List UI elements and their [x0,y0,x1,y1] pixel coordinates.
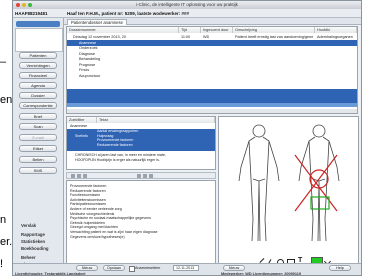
sidebar-item-financieel[interactable]: Financieel [19,72,57,79]
window-title: i-Clinic, de intelligente IT oplossing v… [136,2,238,7]
dossier-table: Dossiernummer Tijd Ingevoerd door Omschr… [66,26,358,114]
column-header-tijd[interactable]: Tijd [179,27,201,33]
opslaan-button[interactable]: Opslaan [103,265,125,271]
main-panel: Patientendossier anamnese Dossiernummer … [64,18,361,275]
align-right-icon[interactable] [149,174,153,178]
column-header-dossiernummer[interactable]: Dossiernummer [67,27,179,33]
bottom-bar: Nieuw Opslaan Anamneseitem 12-11-2013 Ni… [13,263,361,276]
nieuw-button[interactable]: Nieuw [76,265,98,271]
list-item[interactable]: Gegevens omvluze/hypotheses(e) [70,235,158,240]
italic-icon[interactable] [77,174,81,178]
anamnese-text-panel[interactable]: Provocerende factoren Reducerende factor… [66,180,216,270]
list-item[interactable]: Verwachting patient en wat is zijn/ haar… [70,230,158,235]
sub-item[interactable]: Aantal ervaringsrapporten [97,129,138,134]
sidebar-item-bellen[interactable]: Bellen [19,156,57,163]
sidebar-item-sms[interactable]: SMS [19,167,57,174]
filter-item-hoofdpijn[interactable]: HOOFDPIJN Hoofdpijn is erger als natuurl… [75,158,160,163]
column-header-hoofdkl[interactable]: Hoofdkl [315,27,357,33]
date-field[interactable]: 12-11-2013 [173,265,199,271]
sidebar-item-email[interactable]: E-mail [19,134,57,141]
tab-anamnese[interactable]: Patientendossier anamnese [67,18,127,25]
sidebar-section-boekhouding[interactable]: Boekhouding [21,246,48,251]
editor-toolbar [66,172,216,179]
anamnese-list: Provocerende factoren Reducerende factor… [70,184,158,239]
nieuw-button-secondary[interactable]: Nieuw [223,265,245,271]
sidebar-item-patienten[interactable]: Patienten [19,52,57,59]
patient-toolbar: HAAF88219481 Haaf ten F.H.M., patient nr… [13,9,361,18]
tree-items: Onderzoek Diagnose Behandeling Prognose … [71,46,131,79]
bold-icon[interactable] [71,174,75,178]
edge-text-5: ! [0,258,4,270]
sidebar-item-dossier[interactable]: Dossier [19,92,57,99]
sidebar-item-verrichtingen[interactable]: Verrichtingen [19,62,57,69]
app-window: i-Clinic, de intelligente IT oplossing v… [12,0,362,276]
edge-text-4: er. [0,236,13,248]
edge-text-1: – [0,56,7,68]
sidebar-tree-area [15,28,63,52]
sidebar-section-beheer[interactable]: Beheer [21,255,36,260]
tree-item-acupunctuur[interactable]: Acupunctuur [71,74,131,80]
sub-item[interactable]: Reducerende factoren [97,143,138,148]
edge-text-3: n [0,214,7,226]
tree-item-anamnese[interactable]: Anamnese [79,41,96,46]
sub-item-list: Aantal ervaringsrapporten Hulpvraag Prov… [97,129,138,147]
timeline-band-secondary [67,103,357,107]
help-button[interactable]: Help [329,265,351,271]
horizontal-scrollbar[interactable] [67,109,357,113]
edge-text-2: en [0,94,13,106]
sidebar-item-correspondentie[interactable]: Correspondentie [19,102,57,109]
body-diagram[interactable] [219,119,358,249]
patient-code: HAAF88219481 [15,10,48,16]
filter-item-chronisch[interactable]: CHRONISCH al jaren last van, in meer en … [75,153,166,158]
filter-selected-row[interactable] [67,129,215,151]
dossier-tab-bar: Patientendossier anamnese [64,18,361,25]
sidebar-section-verslak[interactable]: Verslak [21,223,36,228]
sidebar-item-brief[interactable]: Brief [19,113,57,120]
align-left-icon[interactable] [137,174,141,178]
column-header-ingevoerd-door[interactable]: Ingevoerd door [201,27,233,33]
filter-item-anamnese[interactable]: Anamnese [70,124,87,129]
search-filter-panel: Zoekfilter Tekst Anamnese Snelinfo Aanta… [66,116,216,170]
sidebar-section-statistieken[interactable]: Statistieken [21,239,45,244]
timeline-band [67,89,357,103]
sidebar-selected-tab[interactable] [16,21,60,27]
patient-info: Haaf ten F.H.M., patient nr: 5209, laats… [67,10,190,16]
column-header-zoekfilter[interactable]: Zoekfilter [67,117,97,123]
lower-left-panel: Zoekfilter Tekst Anamnese Snelinfo Aanta… [66,116,216,272]
sidebar-item-scan[interactable]: Scan [19,123,57,130]
body-chart-panel[interactable]: T [218,116,359,272]
underline-icon[interactable] [83,174,87,178]
column-header-omschrijving[interactable]: Omschrijving [233,27,315,33]
column-header-tekst[interactable]: Tekst [97,117,215,123]
align-center-icon[interactable] [143,174,147,178]
license-holder-status: Licentiehouder: Testpraktijk Landsdeel [15,272,86,276]
filter-item-snelinfo[interactable]: Snelinfo [75,134,88,139]
sidebar-section-rapportage[interactable]: Rapportage [21,232,45,237]
sidebar-item-etiket[interactable]: Etiket [19,145,57,152]
anamnese-item-label: Anamneseitem [135,266,161,270]
employee-status: Medewerker: WD Licentienummer: 20090119 [221,272,301,276]
sidebar-item-agenda[interactable]: Agenda [19,82,57,89]
sidebar: Patienten Verrichtingen Financieel Agend… [13,18,64,275]
